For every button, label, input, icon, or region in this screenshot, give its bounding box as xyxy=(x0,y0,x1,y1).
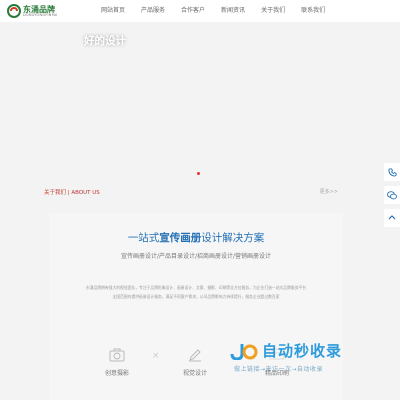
back-to-top-button[interactable] xyxy=(384,209,400,227)
about-label-en: ABOUT US xyxy=(71,190,100,196)
watermark: 自动秒收录 做上链接→来访一次→自动收录 xyxy=(230,340,388,376)
site-logo[interactable]: 东涌品牌 DONGYONGPINPAI xyxy=(7,3,77,19)
wechat-button[interactable] xyxy=(384,186,400,204)
nav-item-home[interactable]: 网站首页 xyxy=(101,0,125,22)
watermark-subtitle: 做上链接→来访一次→自动收录 xyxy=(234,366,324,373)
about-section-header: 关于我们 | ABOUT US 更多>> xyxy=(44,188,338,200)
service-label-photography: 创意摄影 xyxy=(104,370,129,377)
nav-item-products[interactable]: 产品服务 xyxy=(141,0,165,22)
camera-icon xyxy=(109,348,125,362)
arrow-up-icon xyxy=(388,215,396,220)
nav-item-clients[interactable]: 合作客户 xyxy=(181,0,205,22)
service-subline: 宣传画册设计/产品目录设计/招商画册设计/营销画册设计 xyxy=(120,253,272,260)
slogan-post: 设计解决方案 xyxy=(201,232,265,244)
about-label-cn: 关于我们 xyxy=(44,190,67,196)
slogan: 一站式宣传画册设计解决方案 xyxy=(49,230,343,245)
separator-x-icon: × xyxy=(152,351,160,361)
main-nav: 网站首页 产品服务 合作客户 新闻资讯 关于我们 联系我们 xyxy=(101,0,341,22)
nav-item-about[interactable]: 关于我们 xyxy=(261,0,285,22)
nav-item-contact[interactable]: 联系我们 xyxy=(301,0,325,22)
slogan-pre: 一站式 xyxy=(127,232,160,244)
about-label: 关于我们 | ABOUT US xyxy=(44,188,100,196)
phone-icon xyxy=(387,167,397,177)
watermark-title: 自动秒收录 xyxy=(262,342,343,360)
service-visual-design[interactable]: 视觉设计 xyxy=(175,348,215,377)
phone-button[interactable] xyxy=(384,163,400,181)
pen-icon xyxy=(189,349,201,362)
side-toolbar xyxy=(384,163,400,232)
nav-item-news[interactable]: 新闻资讯 xyxy=(221,0,245,22)
about-paragraph-1: 东涌品牌拥有强大的视觉团队，专注于品牌形象设计、画册设计、文案、摄影、印刷等全方… xyxy=(85,285,307,290)
hero-title: 好的设计 xyxy=(84,35,126,47)
about-paragraph-2: 全国范围内提供画册设计服务，满足不同客户需求，公司品牌影响力持续提升，服务企业超… xyxy=(112,294,280,299)
carousel-dot[interactable] xyxy=(197,172,200,175)
wechat-icon xyxy=(387,190,397,199)
site-header: 东涌品牌 DONGYONGPINPAI 网站首页 产品服务 合作客户 新闻资讯 … xyxy=(0,0,400,22)
service-photography[interactable]: 创意摄影 xyxy=(97,348,137,377)
more-link[interactable]: 更多>> xyxy=(320,188,338,195)
watermark-logo-icon xyxy=(230,344,258,360)
service-label-visual-design: 视觉设计 xyxy=(182,370,207,377)
logo-mark-icon xyxy=(7,4,21,18)
slogan-highlight: 宣传画册 xyxy=(159,232,202,244)
logo-text-en: DONGYONGPINPAI xyxy=(23,13,58,17)
hero-banner: 好的设计 xyxy=(0,22,400,182)
